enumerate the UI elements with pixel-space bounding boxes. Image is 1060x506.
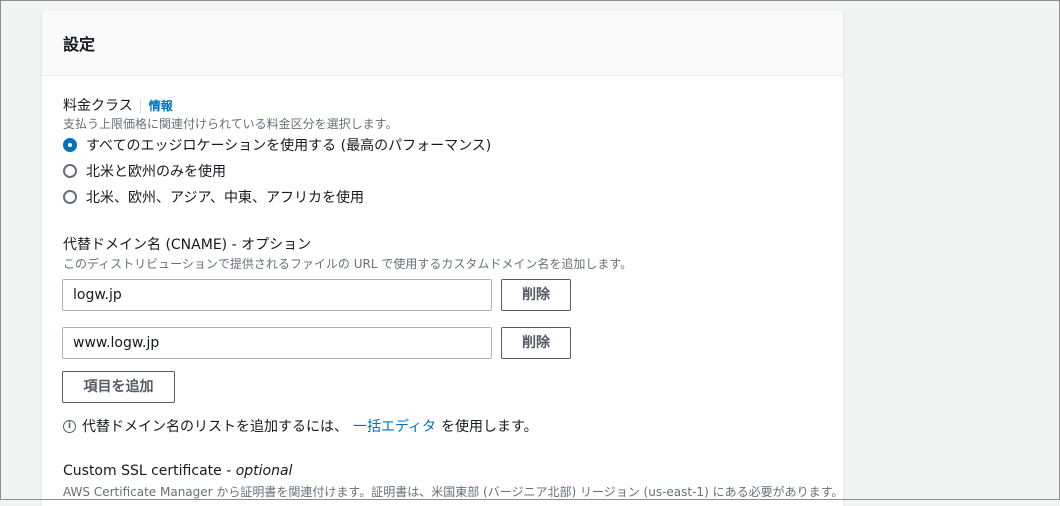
- cname-description: このディストリビューションで提供されるファイルの URL で使用するカスタムドメ…: [63, 257, 633, 271]
- cname-input-2[interactable]: www.logw.jp: [62, 327, 492, 359]
- radio-selected-icon[interactable]: [63, 138, 77, 152]
- cname-label: 代替ドメイン名 (CNAME) - オプション: [63, 237, 312, 253]
- price-class-option-na-eu[interactable]: 北米と欧州のみを使用: [63, 161, 226, 181]
- price-class-field-label: 料金クラス 情報: [63, 95, 173, 115]
- hint-text-after: を使用します。: [441, 419, 538, 435]
- price-class-option-na-eu-asia[interactable]: 北米、欧州、アジア、中東、アフリカを使用: [63, 187, 364, 207]
- cname-input-1[interactable]: logw.jp: [62, 279, 492, 311]
- radio-unselected-icon[interactable]: [63, 164, 77, 178]
- settings-panel: 設定 料金クラス 情報 支払う上限価格に関連付けられている料金区分を選択します。 …: [41, 11, 844, 506]
- bulk-editor-link[interactable]: 一括エディタ: [353, 416, 436, 436]
- price-class-option-label: 北米、欧州、アジア、中東、アフリカを使用: [86, 190, 365, 206]
- ssl-label-text: Custom SSL certificate -: [63, 463, 236, 479]
- price-class-option-label: すべてのエッジロケーションを使用する (最高のパフォーマンス): [86, 138, 492, 154]
- info-icon: i: [63, 419, 76, 433]
- cname-remove-button-1[interactable]: 削除: [501, 279, 571, 311]
- radio-unselected-icon[interactable]: [63, 190, 77, 204]
- panel-title: 設定: [63, 35, 96, 54]
- price-class-option-label: 北米と欧州のみを使用: [86, 164, 226, 180]
- bulk-editor-hint: i 代替ドメイン名のリストを追加するには、 一括エディタ を使用します。: [63, 416, 538, 436]
- cname-remove-button-2[interactable]: 削除: [501, 327, 571, 359]
- ssl-label: Custom SSL certificate - optional: [63, 463, 292, 479]
- price-class-description: 支払う上限価格に関連付けられている料金区分を選択します。: [63, 117, 398, 131]
- price-class-label: 料金クラス: [63, 98, 133, 114]
- price-class-info-link[interactable]: 情報: [139, 99, 173, 113]
- price-class-option-all[interactable]: すべてのエッジロケーションを使用する (最高のパフォーマンス): [63, 135, 491, 155]
- hint-text-before: 代替ドメイン名のリストを追加するには、: [82, 419, 348, 435]
- add-item-button[interactable]: 項目を追加: [62, 371, 175, 403]
- panel-header: 設定: [42, 11, 843, 76]
- ssl-optional-label: optional: [235, 463, 293, 479]
- ssl-description: AWS Certificate Manager から証明書を関連付けます。証明書…: [63, 485, 844, 499]
